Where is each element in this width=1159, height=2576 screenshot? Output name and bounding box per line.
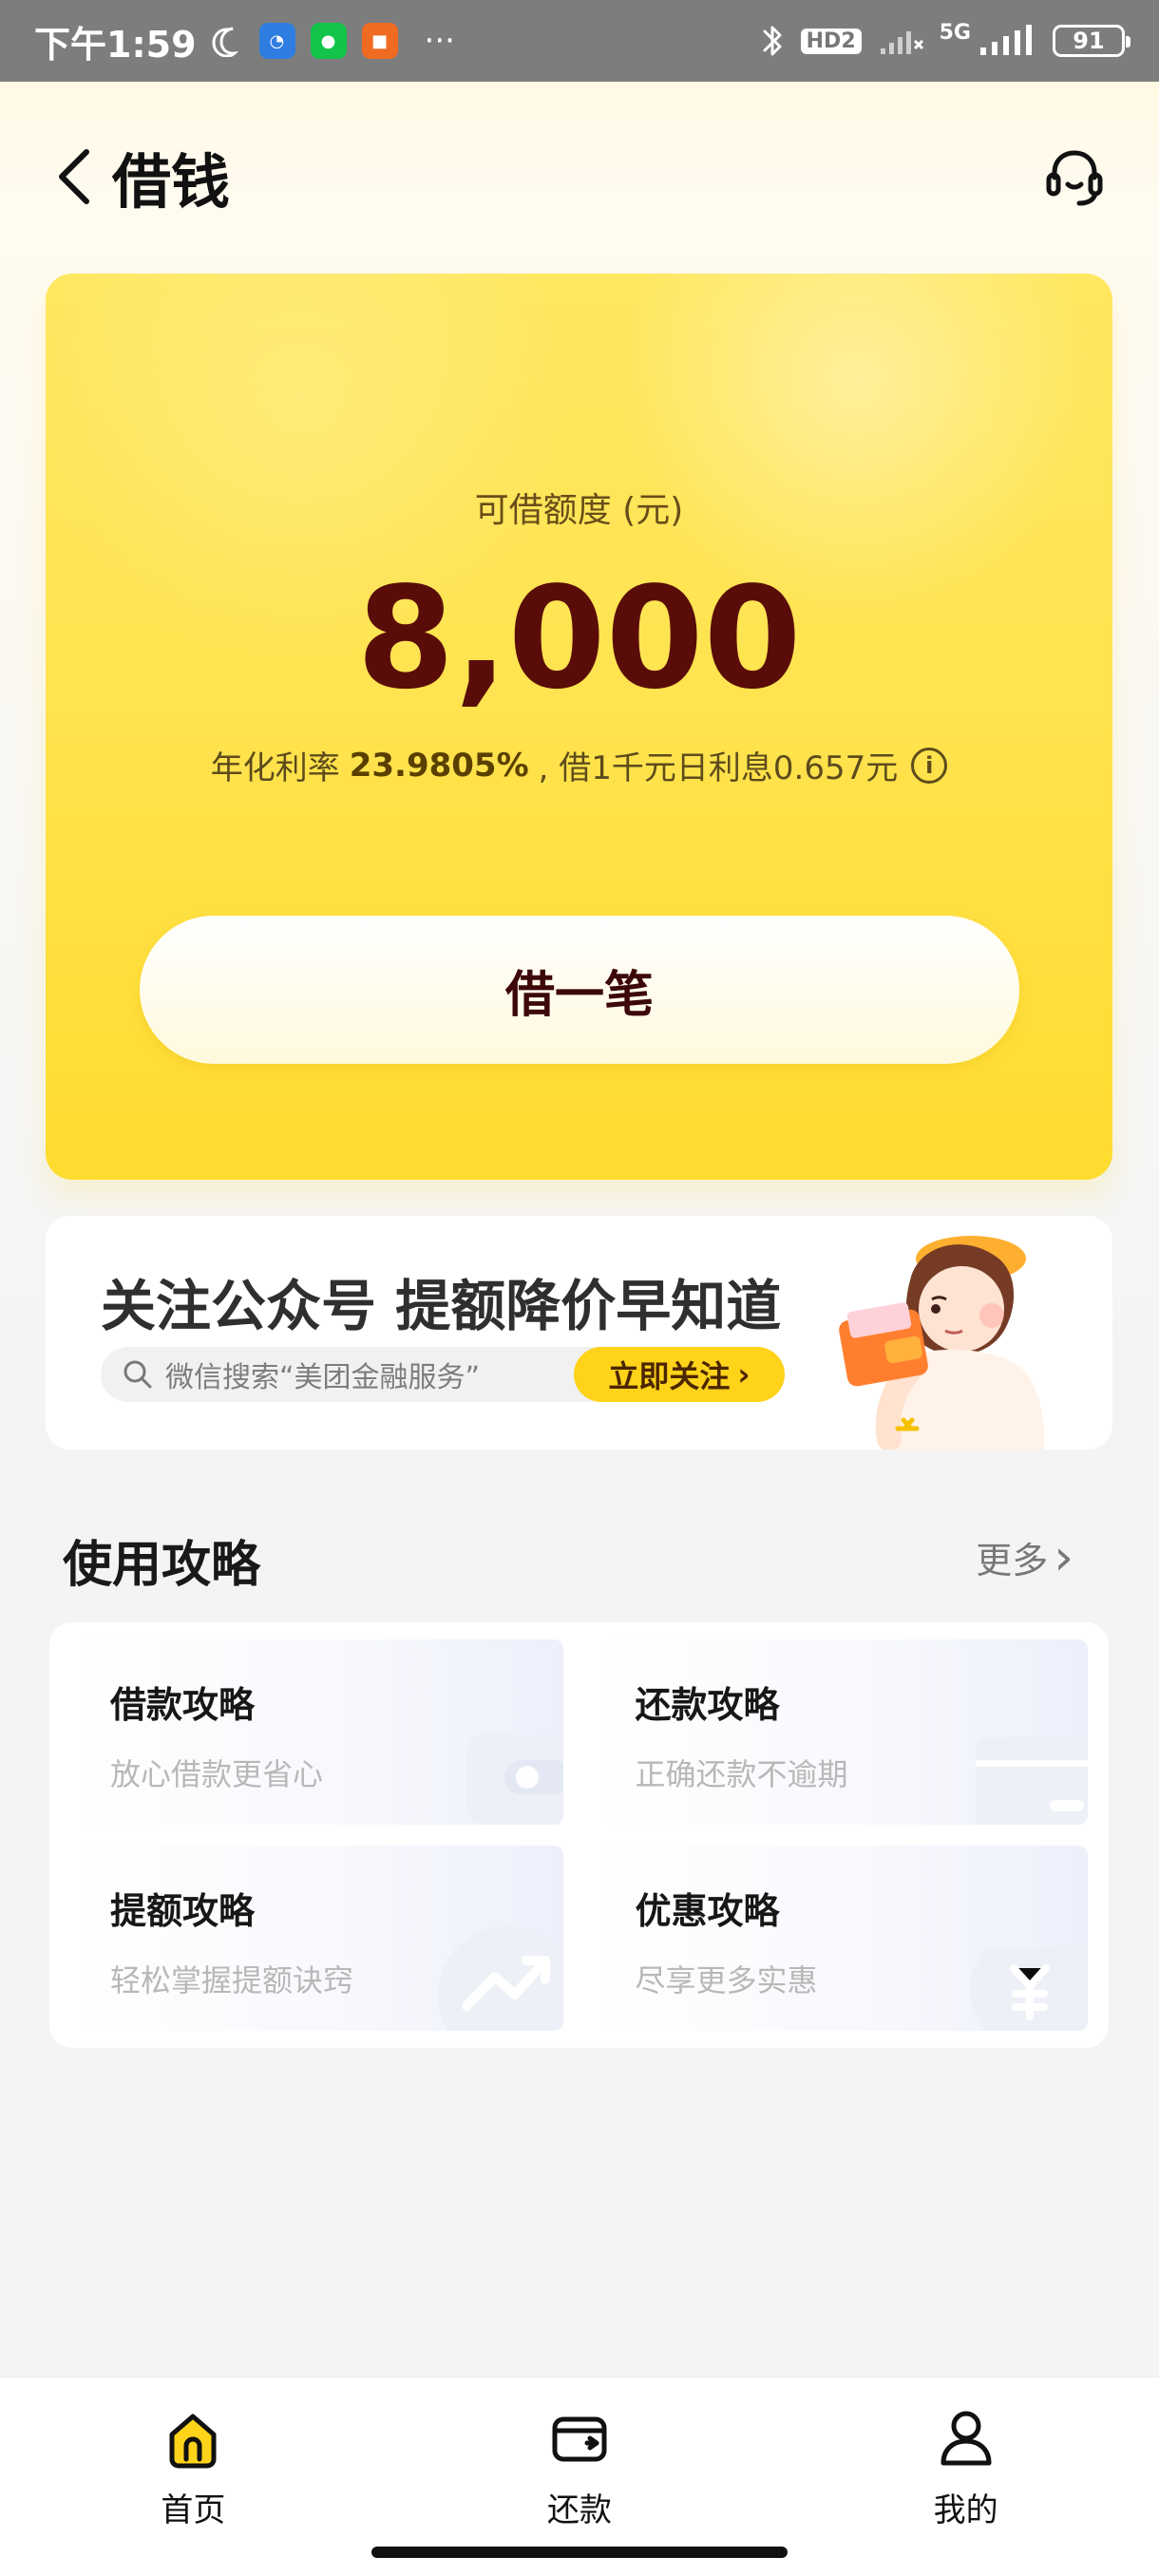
nav-label: 还款 <box>546 2491 612 2529</box>
browser-icon: ◔ <box>258 23 295 59</box>
follow-promo-banner[interactable]: 关注公众号 提额降价早知道 微信搜索“美团金融服务” 立即关注 › <box>46 1216 1112 1449</box>
more-status-icon: ··· <box>424 22 455 60</box>
status-right: HD2 5G 91 <box>759 20 1130 59</box>
limit-increase-guide-card[interactable]: 提额攻略 轻松掌握提额诀窍 <box>70 1846 563 2031</box>
loan-page: 下午1:59 ◔ ● ■ ··· HD2 5G 91 借钱 可借额度 (元) 8… <box>0 0 1159 2576</box>
repay-icon <box>552 2416 607 2462</box>
guide-section-title: 使用攻略 <box>63 1537 261 1594</box>
follow-arrow-icon: › <box>737 1356 750 1392</box>
more-guides-link[interactable]: 更多 › <box>976 1531 1074 1583</box>
info-icon[interactable]: i <box>911 747 948 784</box>
interest-rate-line: 年化利率 23.9805% , 借1千元日利息0.657元 i <box>46 742 1112 788</box>
back-arrow-icon <box>59 149 89 204</box>
back-button[interactable] <box>51 139 97 215</box>
guide-panel: 借款攻略 放心借款更省心 还款攻略 正确还款不逾期 提额攻略 轻松掌握提额诀窍 … <box>49 1622 1109 2048</box>
signal-icon <box>980 25 1032 55</box>
annual-rate-prefix: 年化利率 <box>210 749 340 787</box>
loan-guide-card[interactable]: 借款攻略 放心借款更省心 <box>70 1639 563 1825</box>
moon-icon <box>212 27 238 57</box>
discount-guide-card[interactable]: 优惠攻略 尽享更多实惠 <box>595 1846 1088 2031</box>
nav-repay[interactable]: 还款 <box>387 2404 773 2530</box>
guide-grid: 借款攻略 放心借款更省心 还款攻略 正确还款不逾期 提额攻略 轻松掌握提额诀窍 … <box>70 1639 1088 2031</box>
battery-indicator: 91 <box>1053 25 1130 57</box>
guide-title: 还款攻略 <box>635 1684 780 1726</box>
wechat-icon: ● <box>310 23 347 59</box>
girl-wallet-illustration <box>839 1236 1045 1449</box>
hd2-badge: HD2 <box>800 28 862 54</box>
status-left: 下午1:59 ◔ ● ■ ··· <box>34 15 455 67</box>
guide-title: 提额攻略 <box>110 1890 256 1932</box>
daily-interest-text: , 借1千元日利息0.657元 <box>538 749 899 787</box>
chevron-right-icon: › <box>1054 1528 1074 1586</box>
nav-home[interactable]: 首页 <box>0 2404 387 2530</box>
status-bar: 下午1:59 ◔ ● ■ ··· HD2 5G 91 <box>0 0 1159 82</box>
page-header: 借钱 <box>0 82 1159 272</box>
guide-description: 正确还款不逾期 <box>635 1756 848 1792</box>
nav-label: 我的 <box>933 2491 998 2529</box>
annual-rate-value: 23.9805% <box>349 746 529 785</box>
follow-now-label: 立即关注 <box>608 1358 731 1394</box>
profile-icon <box>940 2411 992 2466</box>
network-type: 5G <box>939 20 971 45</box>
headset-icon <box>1046 150 1103 206</box>
home-indicator[interactable] <box>371 2547 788 2558</box>
home-icon <box>169 2414 217 2469</box>
guide-description: 尽享更多实惠 <box>635 1962 818 1998</box>
app-icon: ■ <box>361 23 398 59</box>
borrow-button[interactable]: 借一笔 <box>140 916 1019 1064</box>
available-credit-amount: 8,000 <box>356 557 802 720</box>
guide-description: 轻松掌握提额诀窍 <box>110 1962 354 1998</box>
page-title: 借钱 <box>112 147 231 217</box>
guide-title: 借款攻略 <box>110 1684 256 1726</box>
weak-signal-icon <box>880 31 923 54</box>
follow-now-button[interactable]: 立即关注 › <box>574 1347 785 1402</box>
guide-description: 放心借款更省心 <box>110 1756 324 1792</box>
status-time: 下午1:59 <box>34 23 197 66</box>
promo-title: 关注公众号 提额降价早知道 <box>101 1274 782 1338</box>
more-guides-label: 更多 <box>976 1540 1049 1582</box>
nav-label: 首页 <box>161 2491 226 2529</box>
search-hint-text: 微信搜索“美团金融服务” <box>165 1361 481 1394</box>
customer-service-button[interactable] <box>1041 143 1108 210</box>
bluetooth-icon <box>763 26 782 56</box>
nav-profile[interactable]: 我的 <box>772 2404 1159 2530</box>
wechat-search-hint: 微信搜索“美团金融服务” 立即关注 › <box>101 1347 785 1402</box>
search-icon <box>124 1360 152 1389</box>
available-credit-label: 可借额度 (元) <box>474 491 684 530</box>
battery-level: 91 <box>1073 28 1105 54</box>
repay-guide-card[interactable]: 还款攻略 正确还款不逾期 <box>595 1639 1088 1825</box>
guide-title: 优惠攻略 <box>635 1890 780 1932</box>
credit-card: 可借额度 (元) 8,000 年化利率 23.9805% , 借1千元日利息0.… <box>46 274 1112 1180</box>
